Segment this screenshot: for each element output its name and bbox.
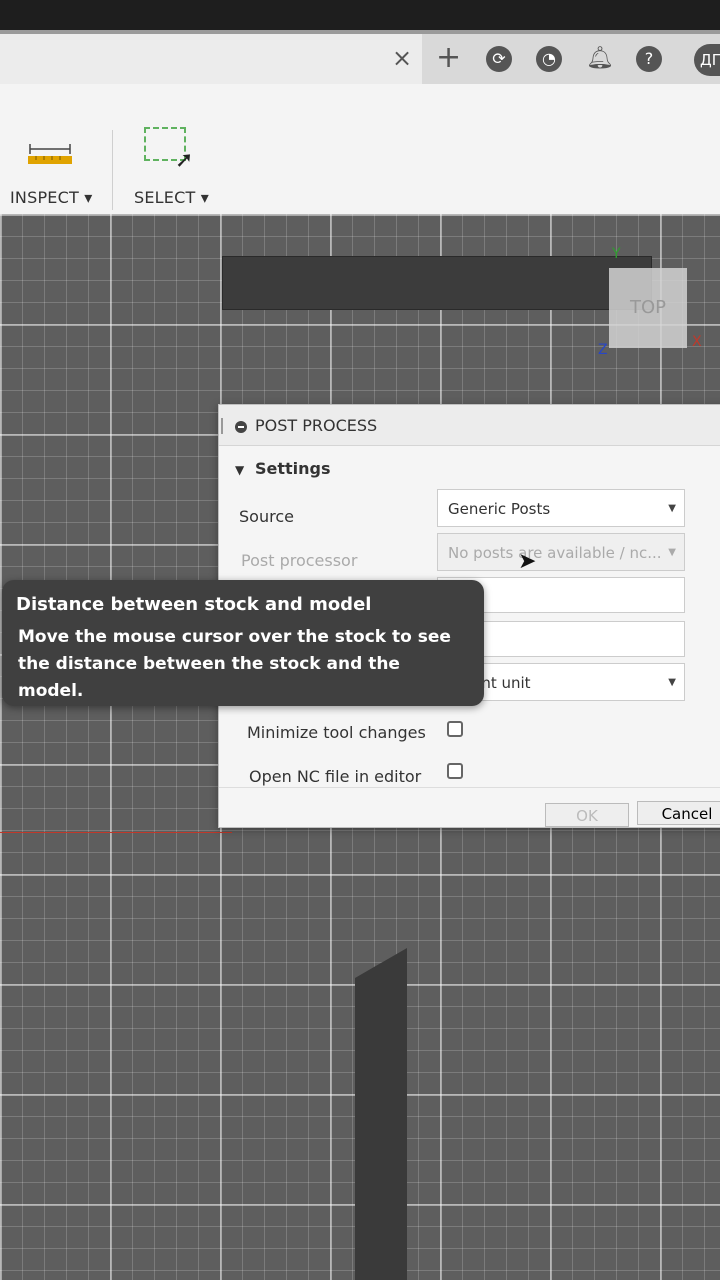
axis-x-label: X <box>692 334 702 350</box>
toolbar <box>0 84 720 215</box>
dialog-title: POST PROCESS <box>255 416 378 435</box>
chevron-down-icon: ▼ <box>668 547 676 558</box>
chevron-down-icon: ▼ <box>668 503 676 514</box>
clock-icon[interactable]: ◔ <box>536 46 562 72</box>
select-label: SELECT ▾ <box>134 188 209 207</box>
ok-button[interactable]: OK <box>545 803 629 827</box>
dialog-footer-divider <box>219 787 720 788</box>
minimize-tool-changes-checkbox[interactable] <box>447 721 463 737</box>
source-value: Generic Posts <box>448 500 551 518</box>
pointer-icon: ➚ <box>175 148 194 173</box>
measure-icon <box>28 144 72 164</box>
tooltip-title: Distance between stock and model <box>16 594 372 615</box>
chevron-down-icon: ▼ <box>668 677 676 688</box>
toolbar-divider <box>112 130 113 210</box>
cancel-button[interactable]: Cancel <box>637 801 720 825</box>
app-bar-right <box>422 34 720 84</box>
help-icon[interactable]: ? <box>636 46 662 72</box>
open-nc-file-checkbox[interactable] <box>447 763 463 779</box>
source-label: Source <box>239 507 294 526</box>
new-tab-icon[interactable]: + <box>436 40 461 75</box>
close-tab-icon[interactable]: × <box>392 44 412 72</box>
tooltip-body: Move the mouse cursor over the stock to … <box>18 627 451 701</box>
x-axis-line <box>0 832 232 833</box>
tooltip: Distance between stock and model Move th… <box>2 580 484 706</box>
monitor-bezel <box>0 0 720 34</box>
open-nc-file-label: Open NC file in editor <box>249 767 422 786</box>
drag-handle-icon[interactable] <box>221 418 223 434</box>
settings-section-title[interactable]: Settings <box>255 459 331 478</box>
bell-icon[interactable]: 🔔︎ <box>586 46 614 72</box>
refresh-icon[interactable]: ⟳ <box>486 46 512 72</box>
post-processor-select[interactable]: No posts are available / nc... ▼ <box>437 533 685 571</box>
minimize-tool-changes-label: Minimize tool changes <box>247 723 426 742</box>
viewcube[interactable]: TOP <box>609 268 687 348</box>
inspect-label: INSPECT ▾ <box>10 188 93 207</box>
collapse-triangle-icon[interactable]: ▼ <box>235 463 244 477</box>
user-avatar[interactable]: ДГ <box>694 44 720 76</box>
viewcube-face-label: TOP <box>629 297 667 318</box>
post-processor-label: Post processor <box>241 551 358 570</box>
axis-y-label: Y <box>612 246 621 262</box>
inspect-menu[interactable]: INSPECT ▾ <box>10 188 92 207</box>
select-menu[interactable]: SELECT ▾ <box>134 188 209 207</box>
post-processor-value: No posts are available / nc... <box>448 544 662 562</box>
post-process-icon <box>235 421 247 433</box>
stock-body-lower[interactable] <box>355 948 407 1280</box>
dialog-header[interactable]: POST PROCESS ▸ <box>219 405 720 446</box>
source-select[interactable]: Generic Posts ▼ <box>437 489 685 527</box>
axis-z-label: Z <box>598 342 608 358</box>
mouse-cursor-icon: ➤ <box>518 549 537 574</box>
stock-body[interactable] <box>222 256 652 310</box>
